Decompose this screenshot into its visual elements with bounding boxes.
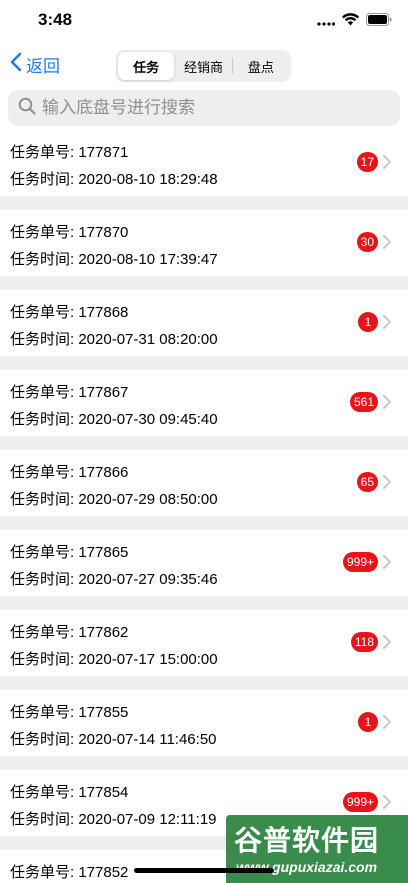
search-input[interactable] bbox=[42, 98, 382, 118]
task-time: 任务时间: 2020-08-10 18:29:48 bbox=[10, 171, 218, 188]
task-number: 任务单号: 177862 bbox=[10, 624, 129, 641]
task-time: 任务时间: 2020-07-29 08:50:00 bbox=[10, 491, 218, 508]
chevron-right-icon bbox=[383, 715, 391, 734]
home-indicator[interactable] bbox=[134, 868, 274, 873]
task-time: 任务时间: 2020-07-31 08:20:00 bbox=[10, 331, 218, 348]
wifi-icon bbox=[342, 13, 359, 31]
count-badge: 999+ bbox=[342, 552, 378, 572]
list-separator bbox=[0, 596, 408, 610]
task-time: 任务时间: 2020-07-09 12:11:19 bbox=[10, 811, 217, 828]
task-number: 任务单号: 177868 bbox=[10, 304, 129, 321]
task-number: 任务单号: 177871 bbox=[10, 144, 129, 161]
task-time: 任务时间: 2020-07-17 15:00:00 bbox=[10, 651, 218, 668]
search-bar bbox=[8, 90, 400, 126]
list-item[interactable]: 任务单号: 177870 任务时间: 2020-08-10 17:39:47 3… bbox=[0, 210, 408, 276]
tab-tasks[interactable]: 任务 bbox=[118, 52, 175, 80]
segmented-control: 任务 经销商 盘点 bbox=[116, 50, 291, 82]
list-item[interactable]: 任务单号: 177862 任务时间: 2020-07-17 15:00:00 1… bbox=[0, 610, 408, 676]
search-icon bbox=[18, 97, 36, 120]
count-badge: 999+ bbox=[342, 792, 378, 812]
task-list: 任务单号: 177871 任务时间: 2020-08-10 18:29:48 1… bbox=[0, 130, 408, 883]
list-separator bbox=[0, 676, 408, 690]
chevron-left-icon bbox=[10, 52, 26, 77]
battery-icon bbox=[366, 13, 392, 31]
back-button[interactable]: 返回 bbox=[10, 52, 60, 77]
chevron-right-icon bbox=[383, 395, 391, 414]
list-item[interactable]: 任务单号: 177871 任务时间: 2020-08-10 18:29:48 1… bbox=[0, 130, 408, 196]
count-badge: 1 bbox=[358, 712, 378, 732]
count-badge: 1 bbox=[358, 312, 378, 332]
task-time: 任务时间: 2020-08-10 17:39:47 bbox=[10, 251, 218, 268]
chevron-right-icon bbox=[383, 795, 391, 814]
chevron-right-icon bbox=[383, 475, 391, 494]
task-time: 任务时间: 2020-07-30 09:45:40 bbox=[10, 411, 218, 428]
task-number: 任务单号: 177866 bbox=[10, 464, 129, 481]
status-icons bbox=[317, 13, 392, 31]
list-separator bbox=[0, 196, 408, 210]
task-number: 任务单号: 177852 bbox=[10, 864, 129, 881]
chevron-right-icon bbox=[383, 155, 391, 174]
tab-dealers[interactable]: 经销商 bbox=[175, 52, 231, 80]
chevron-right-icon bbox=[383, 235, 391, 254]
count-badge: 65 bbox=[356, 472, 378, 492]
count-badge: 561 bbox=[349, 392, 378, 412]
list-item[interactable]: 任务单号: 177865 任务时间: 2020-07-27 09:35:46 9… bbox=[0, 530, 408, 596]
back-label: 返回 bbox=[26, 57, 60, 76]
list-separator bbox=[0, 436, 408, 450]
status-time: 3:48 bbox=[38, 10, 73, 29]
list-separator bbox=[0, 516, 408, 530]
count-badge: 118 bbox=[350, 632, 378, 652]
signal-icon bbox=[317, 13, 336, 31]
list-separator bbox=[0, 756, 408, 770]
list-item[interactable]: 任务单号: 177855 任务时间: 2020-07-14 11:46:50 1 bbox=[0, 690, 408, 756]
list-item[interactable]: 任务单号: 177866 任务时间: 2020-07-29 08:50:00 6… bbox=[0, 450, 408, 516]
list-item[interactable]: 任务单号: 177868 任务时间: 2020-07-31 08:20:00 1 bbox=[0, 290, 408, 356]
task-number: 任务单号: 177854 bbox=[10, 784, 129, 801]
list-item[interactable]: 任务单号: 177867 任务时间: 2020-07-30 09:45:40 5… bbox=[0, 370, 408, 436]
status-bar: 3:48 bbox=[0, 0, 408, 44]
watermark-title: 谷普软件园 bbox=[234, 825, 380, 856]
list-separator bbox=[0, 356, 408, 370]
task-number: 任务单号: 177865 bbox=[10, 544, 129, 561]
task-time: 任务时间: 2020-07-14 11:46:50 bbox=[10, 731, 217, 748]
task-time: 任务时间: 2020-07-27 09:35:46 bbox=[10, 571, 218, 588]
chevron-right-icon bbox=[383, 555, 391, 574]
count-badge: 17 bbox=[356, 152, 378, 172]
task-number: 任务单号: 177855 bbox=[10, 704, 129, 721]
task-number: 任务单号: 177867 bbox=[10, 384, 129, 401]
nav-bar: 返回 任务 经销商 盘点 bbox=[0, 44, 408, 88]
count-badge: 30 bbox=[356, 232, 378, 252]
list-separator bbox=[0, 276, 408, 290]
task-number: 任务单号: 177870 bbox=[10, 224, 129, 241]
chevron-right-icon bbox=[383, 635, 391, 654]
chevron-right-icon bbox=[383, 315, 391, 334]
tab-inventory[interactable]: 盘点 bbox=[233, 52, 289, 80]
